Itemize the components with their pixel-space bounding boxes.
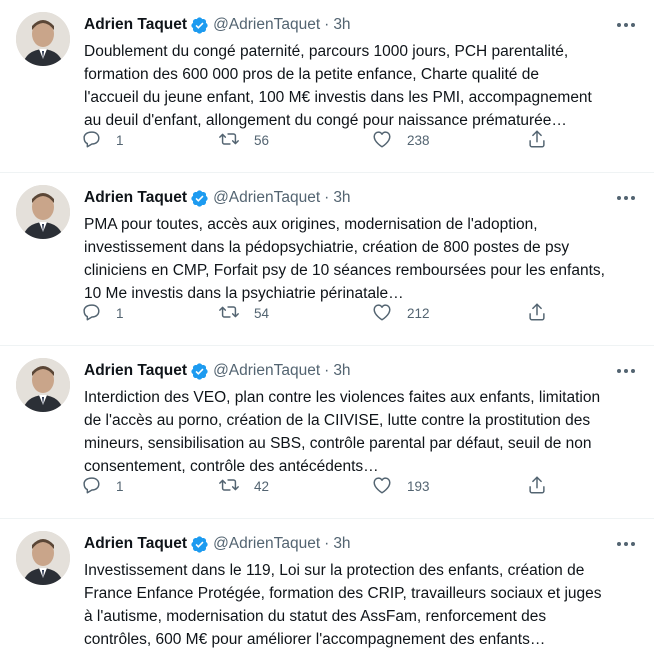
- like-count: 238: [407, 132, 430, 148]
- tweet-header: Adrien Taquet @AdrienTaquet · 3h: [84, 14, 351, 36]
- retweet-count: 54: [254, 305, 270, 321]
- timestamp[interactable]: 3h: [333, 535, 350, 553]
- avatar[interactable]: [16, 12, 70, 66]
- share-icon: [526, 301, 548, 326]
- share-button[interactable]: [526, 128, 548, 152]
- like-button[interactable]: 193: [371, 474, 430, 498]
- separator-dot: ·: [324, 16, 330, 33]
- tweet[interactable]: Adrien Taquet @AdrienTaquet · 3h Investi…: [0, 519, 654, 648]
- reply-count: 1: [116, 305, 124, 321]
- retweet-count: 42: [254, 478, 270, 494]
- timestamp[interactable]: 3h: [333, 189, 350, 207]
- author-name[interactable]: Adrien Taquet: [84, 16, 187, 34]
- tweet[interactable]: Adrien Taquet @AdrienTaquet · 3h Doublem…: [0, 0, 654, 173]
- tweet[interactable]: Adrien Taquet @AdrienTaquet · 3h Interdi…: [0, 346, 654, 519]
- like-count: 193: [407, 478, 430, 494]
- tweet-text: Doublement du congé paternité, parcours …: [84, 43, 592, 129]
- share-button[interactable]: [526, 301, 548, 325]
- reply-button[interactable]: 1: [80, 474, 124, 498]
- reply-count: 1: [116, 478, 124, 494]
- separator-dot: ·: [324, 362, 330, 379]
- tweet-actions: 1 54 212: [80, 301, 560, 325]
- retweet-count: 56: [254, 132, 270, 148]
- tweet-actions: 1 56 238: [80, 128, 560, 152]
- more-dots-icon[interactable]: [614, 360, 638, 382]
- retweet-button[interactable]: 54: [218, 301, 269, 325]
- like-count: 212: [407, 305, 430, 321]
- author-handle[interactable]: @AdrienTaquet: [213, 362, 320, 380]
- like-button[interactable]: 238: [371, 128, 430, 152]
- author-handle[interactable]: @AdrienTaquet: [213, 189, 320, 207]
- reply-count: 1: [116, 132, 124, 148]
- author-handle[interactable]: @AdrienTaquet: [213, 535, 320, 553]
- share-icon: [526, 128, 548, 153]
- tweet-header: Adrien Taquet @AdrienTaquet · 3h: [84, 360, 351, 382]
- avatar[interactable]: [16, 185, 70, 239]
- more-dots-icon[interactable]: [614, 187, 638, 209]
- author-name[interactable]: Adrien Taquet: [84, 189, 187, 207]
- retweet-icon: [218, 474, 240, 499]
- tweet[interactable]: Adrien Taquet @AdrienTaquet · 3h PMA pou…: [0, 173, 654, 346]
- heart-icon: [371, 128, 393, 153]
- tweet-actions: 1 42 193: [80, 474, 560, 498]
- retweet-icon: [218, 128, 240, 153]
- share-button[interactable]: [526, 474, 548, 498]
- reply-button[interactable]: 1: [80, 128, 124, 152]
- verified-badge-icon: [190, 189, 209, 208]
- timestamp[interactable]: 3h: [333, 16, 350, 34]
- author-name[interactable]: Adrien Taquet: [84, 362, 187, 380]
- reply-button[interactable]: 1: [80, 301, 124, 325]
- tweet-text: Investissement dans le 119, Loi sur la p…: [84, 562, 602, 648]
- tweet-header: Adrien Taquet @AdrienTaquet · 3h: [84, 533, 351, 555]
- more-dots-icon[interactable]: [614, 533, 638, 555]
- separator-dot: ·: [324, 189, 330, 206]
- more-dots-icon[interactable]: [614, 14, 638, 36]
- separator-dot: ·: [324, 535, 330, 552]
- reply-icon: [80, 301, 102, 326]
- avatar[interactable]: [16, 531, 70, 585]
- reply-icon: [80, 474, 102, 499]
- heart-icon: [371, 301, 393, 326]
- verified-badge-icon: [190, 16, 209, 35]
- retweet-button[interactable]: 56: [218, 128, 269, 152]
- retweet-button[interactable]: 42: [218, 474, 269, 498]
- tweet-text: Interdiction des VEO, plan contre les vi…: [84, 389, 601, 475]
- tweet-header: Adrien Taquet @AdrienTaquet · 3h: [84, 187, 351, 209]
- tweet-feed: Adrien Taquet @AdrienTaquet · 3h Doublem…: [0, 0, 654, 648]
- verified-badge-icon: [190, 535, 209, 554]
- avatar[interactable]: [16, 358, 70, 412]
- share-icon: [526, 474, 548, 499]
- verified-badge-icon: [190, 362, 209, 381]
- author-name[interactable]: Adrien Taquet: [84, 535, 187, 553]
- tweet-text: PMA pour toutes, accès aux origines, mod…: [84, 216, 605, 302]
- timestamp[interactable]: 3h: [333, 362, 350, 380]
- like-button[interactable]: 212: [371, 301, 430, 325]
- retweet-icon: [218, 301, 240, 326]
- heart-icon: [371, 474, 393, 499]
- reply-icon: [80, 128, 102, 153]
- author-handle[interactable]: @AdrienTaquet: [213, 16, 320, 34]
